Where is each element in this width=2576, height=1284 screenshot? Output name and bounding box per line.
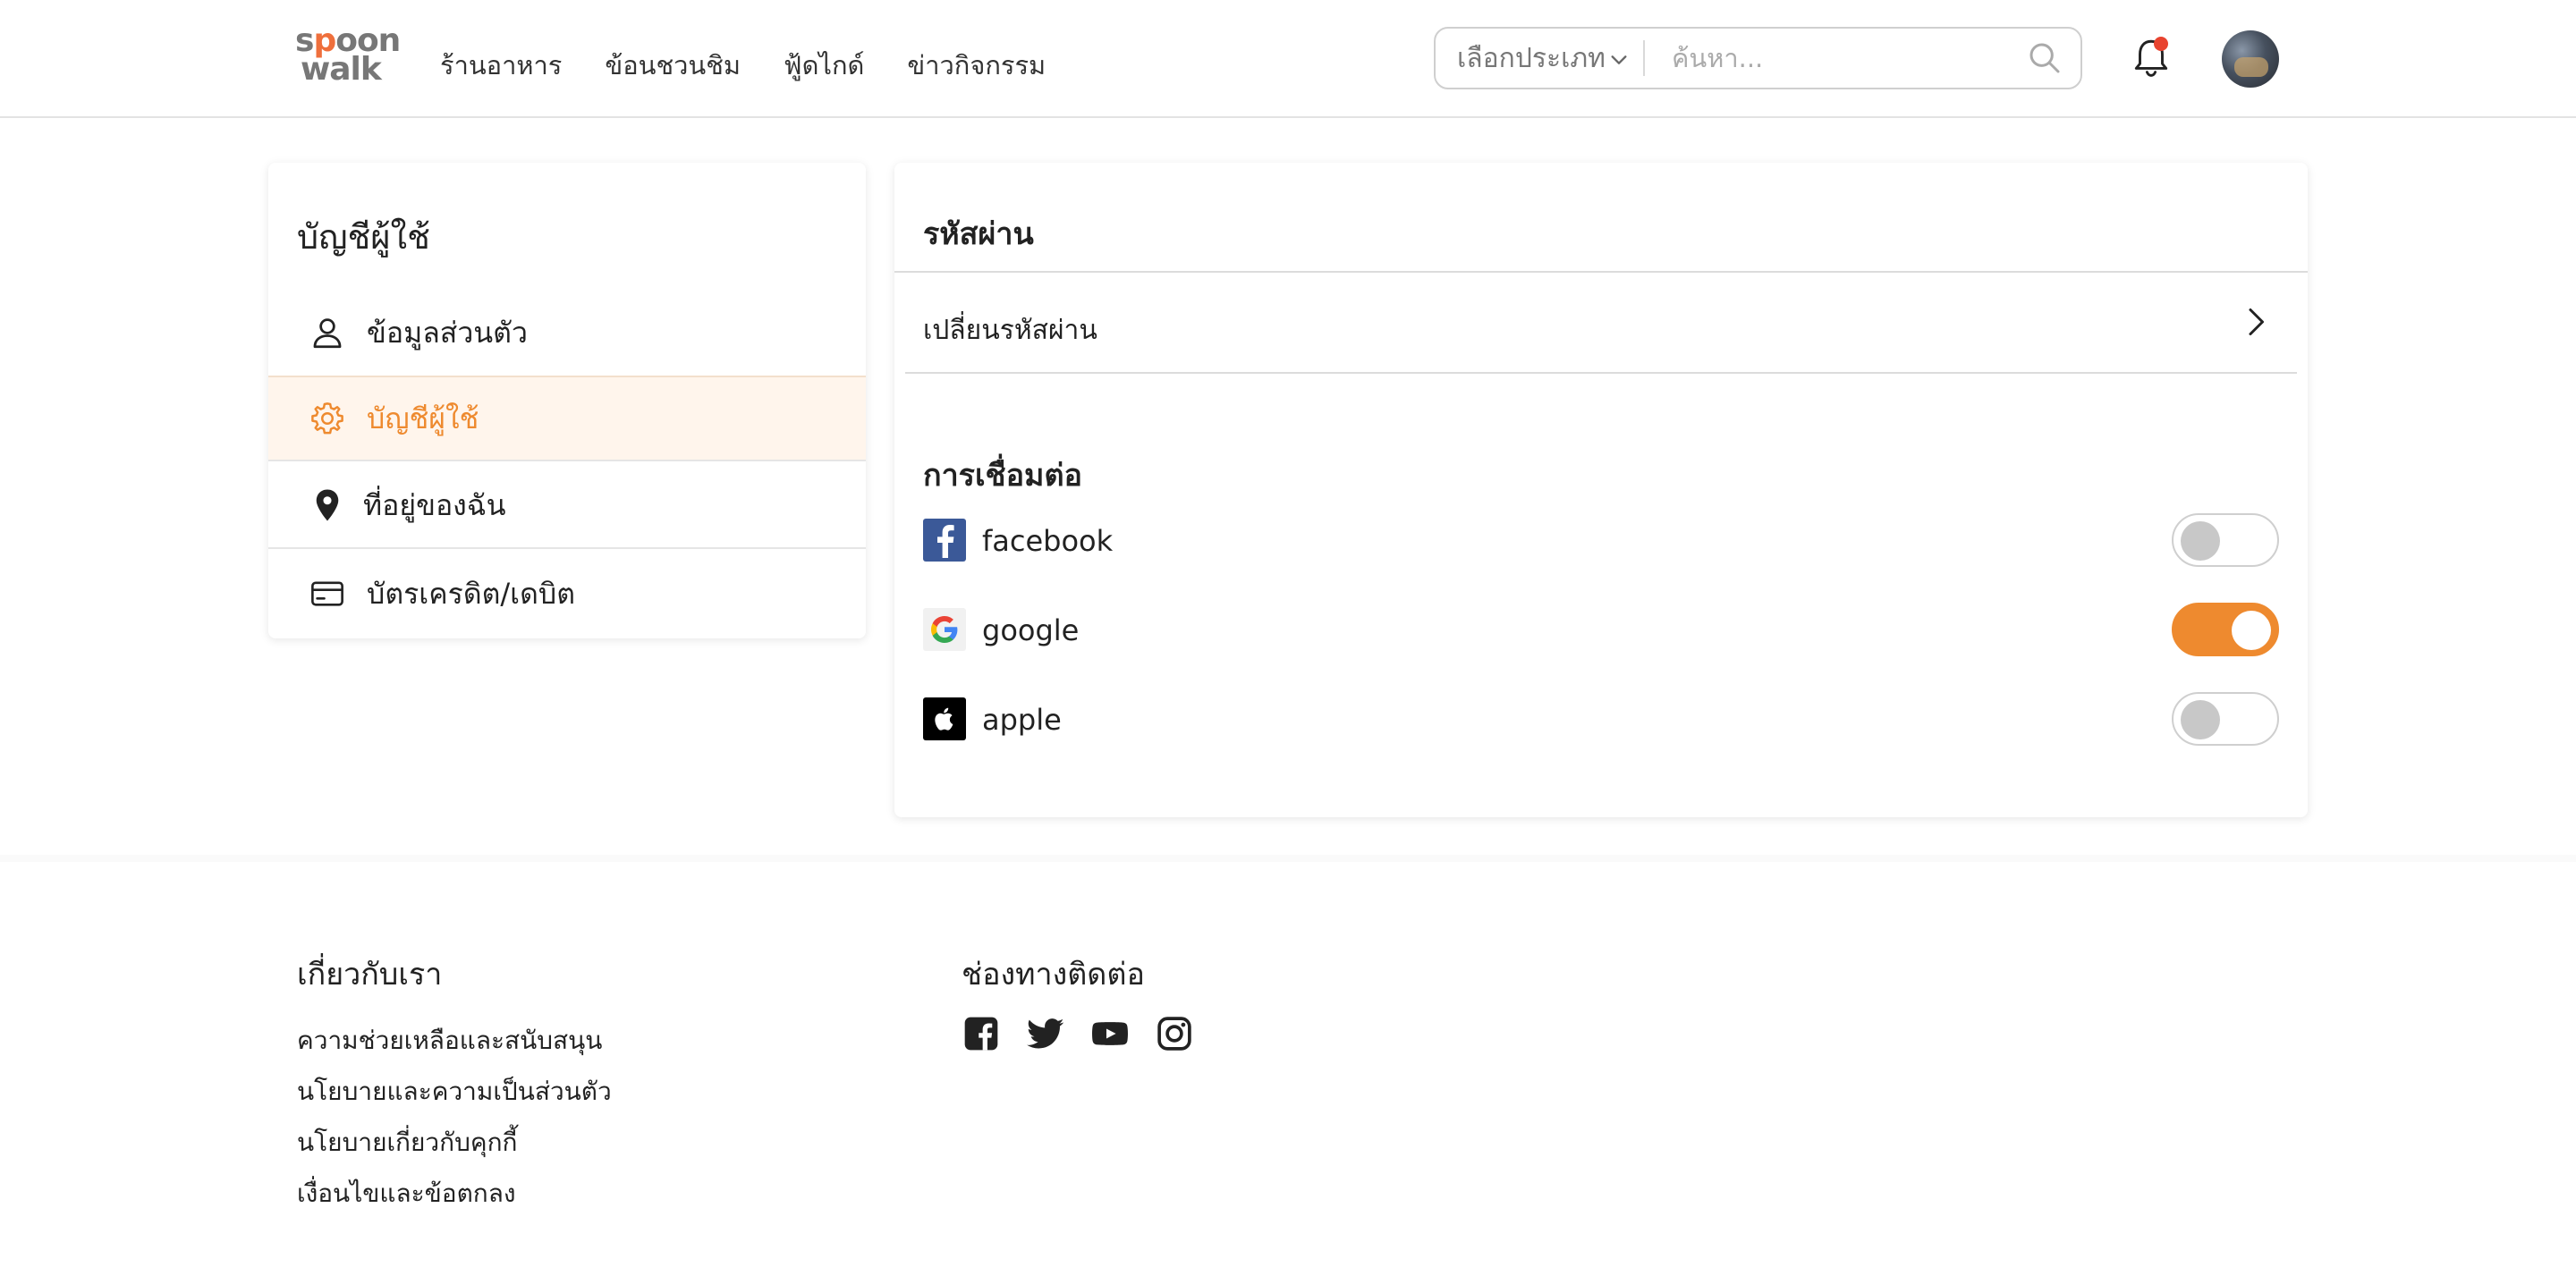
google-logo-icon [923,608,966,651]
footer-link-cookies[interactable]: นโยบายเกี่ยวกับคุกกี้ [297,1123,518,1162]
user-avatar[interactable] [2222,30,2279,88]
facebook-logo-icon [923,519,966,562]
sidebar-item-account[interactable]: บัญชีผู้ใช้ [268,376,866,461]
nav-news-events[interactable]: ข่าวกิจกรรม [907,45,1046,86]
search-bar: เลือกประเภท [1434,27,2082,89]
youtube-icon[interactable] [1090,1014,1130,1053]
account-settings-panel: รหัสผ่าน เปลี่ยนรหัสผ่าน การเชื่อมต่อ fa… [894,163,2308,817]
search-input[interactable] [1645,29,2009,88]
notification-dot [2154,37,2168,51]
chevron-down-icon [1611,55,1627,64]
connection-name: google [982,613,1080,647]
main-nav: ร้านอาหาร ข้อนชวนชิม ฟู้ดไกด์ ข่าวกิจกรร… [440,45,1046,86]
connection-row-apple: apple [923,692,2279,746]
change-password-label: เปลี่ยนรหัสผ่าน [923,315,1097,346]
toggle-knob [2181,521,2220,561]
footer-link-privacy[interactable]: นโยบายและความเป็นส่วนตัว [297,1072,612,1111]
sidebar-item-profile[interactable]: ข้อมูลส่วนตัว [268,290,866,376]
twitter-icon[interactable] [1026,1014,1065,1053]
nav-restaurants[interactable]: ร้านอาหาร [440,45,562,86]
password-section-title: รหัสผ่าน [923,216,1034,252]
sidebar-item-cards[interactable]: บัตรเครดิต/เดบิต [268,551,866,637]
sidebar-item-label: บัญชีผู้ใช้ [367,401,479,435]
spoonwalk-logo[interactable]: spoon walk [295,25,402,88]
sidebar-item-label: ที่อยู่ของฉัน [363,487,506,522]
change-password-row[interactable]: เปลี่ยนรหัสผ่าน [905,274,2297,374]
sidebar-item-address[interactable]: ที่อยู่ของฉัน [268,463,866,549]
footer-about-title: เกี่ยวกับเรา [297,957,443,993]
sidebar-item-label: บัตรเครดิต/เดบิต [367,576,575,611]
user-icon [308,313,347,352]
connection-name: apple [982,703,1062,737]
facebook-toggle[interactable] [2172,513,2279,567]
connection-row-google: google [923,603,2279,656]
nav-food-guide[interactable]: ฟู้ดไกด์ [784,45,864,86]
footer-link-terms[interactable]: เงื่อนไขและข้อตกลง [297,1174,516,1213]
connection-row-facebook: facebook [923,513,2279,567]
notification-button[interactable] [2129,36,2174,80]
apple-logo-icon [923,697,966,740]
search-button[interactable] [2009,29,2080,88]
chevron-right-icon [2249,308,2264,335]
toggle-knob [2232,611,2271,650]
footer-link-help[interactable]: ความช่วยเหลือและสนับสนุน [297,1021,602,1060]
google-toggle[interactable] [2172,603,2279,656]
credit-card-icon [308,574,347,613]
search-icon [2029,43,2060,73]
location-pin-icon [308,486,347,525]
facebook-icon[interactable] [962,1014,1001,1053]
footer-contact-title: ช่องทางติดต่อ [962,957,1145,993]
sidebar-item-label: ข้อมูลส่วนตัว [367,315,528,350]
gear-icon [308,399,347,438]
nav-recommended[interactable]: ข้อนชวนชิม [605,45,741,86]
category-select-label: เลือกประเภท [1457,42,1606,74]
connections-section-title: การเชื่อมต่อ [923,458,1082,494]
top-header: spoon walk ร้านอาหาร ข้อนชวนชิม ฟู้ดไกด์… [0,0,2576,118]
sidebar-title: บัญชีผู้ใช้ [297,217,430,257]
section-divider [894,271,2308,273]
footer-divider [0,855,2576,862]
instagram-icon[interactable] [1155,1014,1194,1053]
toggle-knob [2181,700,2220,739]
apple-toggle[interactable] [2172,692,2279,746]
category-select[interactable]: เลือกประเภท [1436,29,1643,88]
logo-line-2: walk [301,51,382,88]
connection-name: facebook [982,524,1114,558]
account-sidebar: บัญชีผู้ใช้ ข้อมูลส่วนตัว บัญชีผู้ใช้ ที… [268,163,866,638]
